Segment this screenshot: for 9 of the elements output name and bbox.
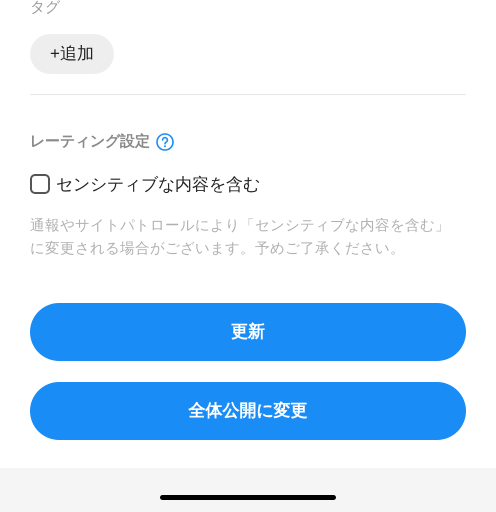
add-tag-button[interactable]: +追加: [30, 34, 114, 74]
help-icon[interactable]: [156, 133, 174, 152]
action-button[interactable]: 全体公開に変更: [30, 382, 466, 440]
note-text: 通報やサイトパトロールにより「センシティブな内容を含む」に変更される場合がございます。予めご了承ください。: [30, 216, 451, 259]
action-button[interactable]: 更新: [30, 303, 466, 361]
section-label: タグ: [30, 0, 60, 16]
section-title: レーティング設定: [30, 132, 150, 152]
checkbox[interactable]: [30, 174, 50, 194]
checkbox-label: センシティブな内容を含む: [56, 174, 260, 196]
